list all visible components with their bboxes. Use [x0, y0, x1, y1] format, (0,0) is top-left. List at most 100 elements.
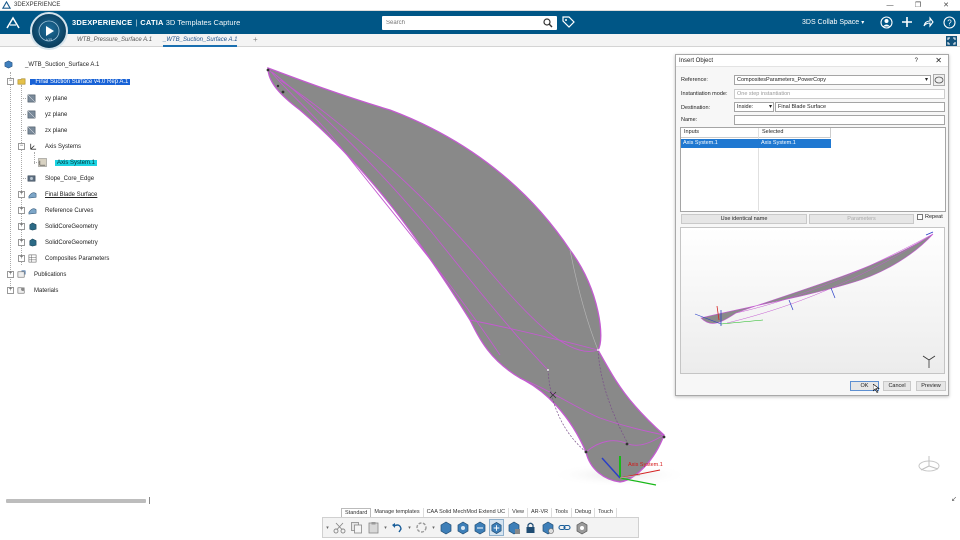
tree-item-final-blade-label: Final Blade Surface [45, 191, 98, 198]
parameters-button[interactable]: Parameters [809, 214, 914, 224]
cut-icon[interactable] [332, 519, 347, 536]
template-icon-2[interactable] [455, 519, 470, 536]
tree-expand-toggle[interactable]: + [7, 287, 14, 294]
tab-manage-templates[interactable]: Manage templates [371, 508, 424, 517]
template-icon-3[interactable] [472, 519, 487, 536]
repeat-checkbox[interactable] [917, 214, 923, 220]
lock-icon[interactable] [523, 519, 538, 536]
tab-touch[interactable]: Touch [595, 508, 617, 517]
tree-item-composites-parameters[interactable]: Composites Parameters [28, 253, 109, 264]
preview-button[interactable]: Preview [916, 381, 946, 391]
use-identical-name-button[interactable]: Use identical name [681, 214, 807, 224]
tree-expand-toggle[interactable]: + [18, 223, 25, 230]
table-row[interactable]: Axis System.1 Axis System.1 [681, 139, 831, 148]
document-tabs: WTB_Pressure_Surface A.1 _WTB_Suction_Su… [0, 34, 960, 47]
destination-field[interactable]: Final Blade Surface [775, 102, 945, 112]
solid-icon [29, 238, 37, 247]
tree-expand-toggle[interactable]: + [18, 207, 25, 214]
tree-item-solid-core-2[interactable]: SolidCoreGeometry [28, 237, 98, 248]
tree-item-zx-plane[interactable]: zx plane [27, 125, 67, 136]
tree-expand-toggle[interactable]: + [7, 271, 14, 278]
compass-widget[interactable]: V,R [30, 12, 68, 50]
tab-debug[interactable]: Debug [572, 508, 596, 517]
tab-pressure-surface[interactable]: WTB_Pressure_Surface A.1 [77, 34, 152, 47]
panel-splitter[interactable] [149, 497, 150, 504]
tree-item-composites-label: Composites Parameters [45, 255, 110, 262]
publications-icon [17, 270, 26, 278]
template-icon-6[interactable] [540, 519, 555, 536]
tree-item-xy-plane[interactable]: xy plane [27, 93, 67, 104]
link-icon[interactable] [557, 519, 572, 536]
dialog-help-button[interactable]: ? [915, 55, 918, 67]
resize-corner-icon[interactable]: ↙ [951, 495, 957, 503]
tree-item-slope-core-edge[interactable]: Slope_Core_Edge [27, 173, 94, 184]
tree-item-axis-system-1[interactable]: Axis System.1 [38, 157, 98, 168]
name-input[interactable] [734, 115, 945, 125]
view-orientation-icon[interactable] [916, 453, 942, 475]
tree-expand-toggle[interactable]: + [18, 191, 25, 198]
share-icon[interactable] [921, 15, 935, 29]
tree-root[interactable]: _WTB_Suction_Surface A.1 [4, 59, 99, 70]
template-icon-1[interactable] [438, 519, 453, 536]
dialog-title-bar[interactable]: Insert Object ? ✕ [676, 55, 948, 67]
chevron-down-icon[interactable]: ▾ [383, 525, 388, 531]
tree-item-reference-curves[interactable]: Reference Curves [28, 205, 93, 216]
close-window-button[interactable]: ✕ [932, 0, 960, 11]
tab-caa-solid[interactable]: CAA Solid MechMod Extend UC [424, 508, 510, 517]
tree-item-final-blade-surface[interactable]: Final Blade Surface [28, 189, 97, 200]
maximize-button[interactable]: ❐ [904, 0, 932, 11]
tab-tools[interactable]: Tools [552, 508, 572, 517]
search-icon[interactable] [543, 18, 553, 28]
fullscreen-icon[interactable] [946, 36, 957, 46]
dialog-close-button[interactable]: ✕ [935, 55, 942, 67]
destination-mode-value: Inside: [737, 104, 754, 110]
help-icon[interactable]: ? [942, 15, 956, 29]
axis-system-label: Axis System.1 [628, 462, 663, 468]
ds-logo-icon[interactable] [0, 11, 26, 34]
tree-item-solid1-label: SolidCoreGeometry [45, 223, 98, 230]
template-icon-5[interactable] [506, 519, 521, 536]
reference-select[interactable]: CompositesParameters_PowerCopy ▾ [734, 75, 931, 85]
title-separator: | [135, 18, 138, 27]
tree-item-rep[interactable]: _Final Suction Surface v4.0 Rep A.1 [17, 76, 131, 87]
compass-version: V,R [45, 37, 53, 42]
chevron-down-icon: ▾ [924, 77, 928, 83]
add-icon[interactable] [900, 15, 914, 29]
chevron-down-icon[interactable]: ▾ [431, 525, 436, 531]
minimize-button[interactable]: — [876, 0, 904, 11]
tree-item-solid-core-1[interactable]: SolidCoreGeometry [28, 221, 98, 232]
select-reference-button[interactable] [933, 74, 945, 86]
tree-expand-toggle[interactable]: + [18, 255, 25, 262]
search-box[interactable] [382, 16, 557, 30]
tree-collapse-toggle[interactable]: − [7, 78, 14, 85]
cancel-button[interactable]: Cancel [883, 381, 911, 391]
user-profile-icon[interactable] [879, 15, 893, 29]
tab-ar-vr[interactable]: AR-VR [528, 508, 553, 517]
tree-horizontal-scrollbar[interactable] [6, 499, 146, 503]
tree-item-axis-systems[interactable]: Axis Systems [28, 141, 81, 152]
chevron-down-icon[interactable]: ▾ [325, 525, 330, 531]
settings-template-icon[interactable] [574, 519, 589, 536]
update-icon[interactable] [414, 519, 429, 536]
instantiation-mode-select[interactable]: One step instantiation [734, 89, 945, 99]
add-tab-button[interactable]: + [253, 34, 258, 46]
tree-collapse-toggle[interactable]: − [18, 143, 25, 150]
tree-item-materials[interactable]: Materials [17, 285, 58, 296]
collab-space-selector[interactable]: 3DS Collab Space ▾ [802, 11, 864, 34]
instantiate-icon[interactable] [489, 519, 504, 536]
copy-icon[interactable] [349, 519, 364, 536]
tab-standard[interactable]: Standard [341, 508, 372, 517]
destination-mode-select[interactable]: Inside: ▾ [734, 102, 774, 112]
geometry-set-icon [27, 175, 36, 182]
tree-item-yz-plane[interactable]: yz plane [27, 109, 67, 120]
tag-icon[interactable] [562, 16, 575, 29]
paste-icon[interactable] [366, 519, 381, 536]
product-icon [4, 60, 13, 69]
tree-expand-toggle[interactable]: + [18, 239, 25, 246]
search-input[interactable] [382, 17, 537, 29]
tab-view[interactable]: View [509, 508, 528, 517]
tab-suction-surface[interactable]: _WTB_Suction_Surface A.1 [163, 34, 238, 47]
chevron-down-icon[interactable]: ▾ [407, 525, 412, 531]
undo-icon[interactable] [390, 519, 405, 536]
tree-item-publications[interactable]: Publications [17, 269, 66, 280]
